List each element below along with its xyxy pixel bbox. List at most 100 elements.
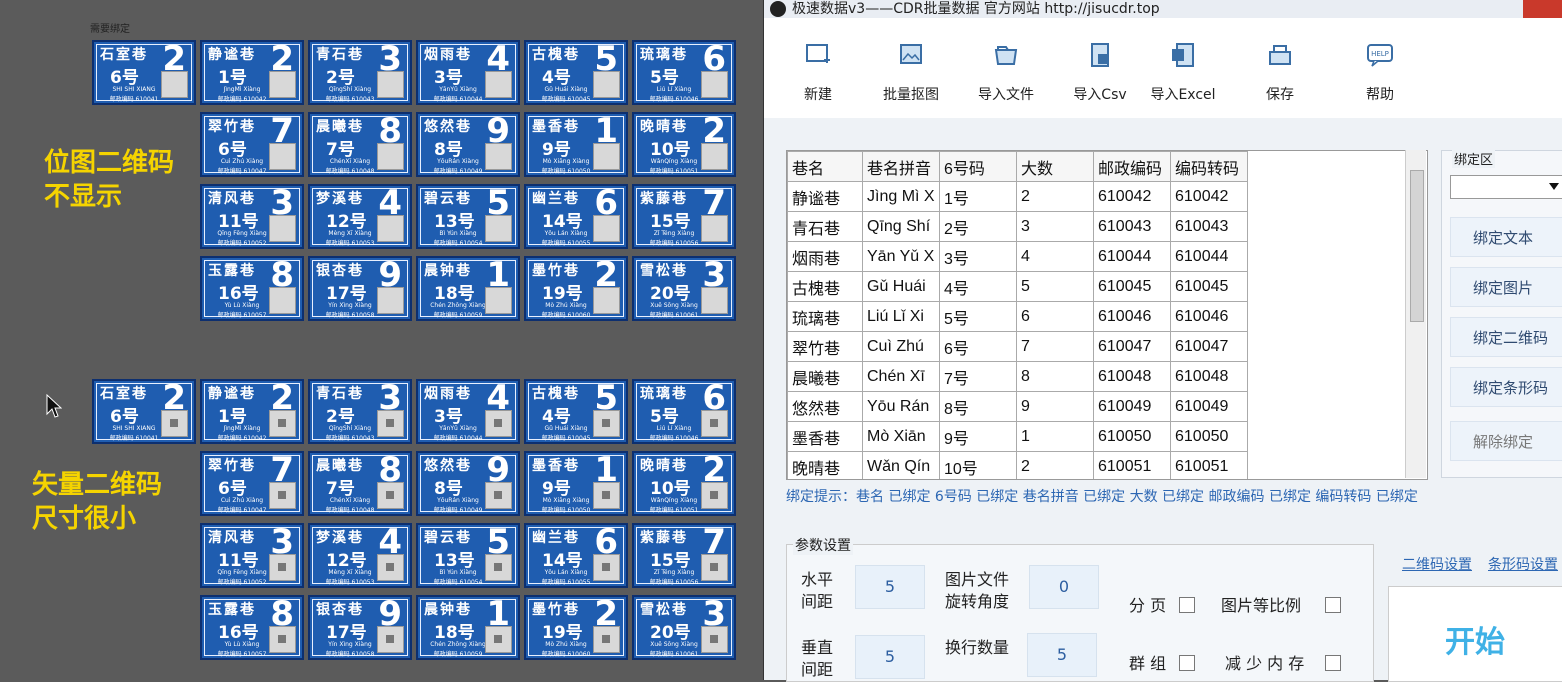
house-plate[interactable]: 幽兰巷 14号 6 Yōu Lán Xiàng 邮政编码 610055 [524, 183, 628, 249]
table-row[interactable]: 静谧巷 Jìng Mì X 1号 2 610042 610042 [787, 181, 1248, 212]
table-cell[interactable]: 4 [1016, 241, 1094, 272]
wrap-input[interactable]: 5 [1027, 633, 1097, 677]
table-row[interactable]: 晨曦巷 Chén Xī 7号 8 610048 610048 [787, 361, 1248, 392]
house-plate[interactable]: 晚晴巷 10号 2 WǎnQíng Xiàng 邮政编码 610051 [632, 111, 736, 177]
paging-checkbox[interactable] [1179, 597, 1195, 613]
table-cell[interactable]: 青石巷 [787, 211, 863, 242]
house-plate[interactable]: 碧云巷 13号 5 Bì Yún Xiàng 邮政编码 610054 [416, 183, 520, 249]
table-cell[interactable]: 610043 [1170, 211, 1248, 242]
house-plate[interactable]: 晨曦巷 7号 8 ChénXī Xiàng 邮政编码 610048 [308, 450, 412, 516]
house-plate[interactable]: 悠然巷 8号 9 YōuRán Xiàng 邮政编码 610049 [416, 111, 520, 177]
house-plate[interactable]: 琉璃巷 5号 6 Liú Lí Xiàng 邮政编码 610046 [632, 378, 736, 444]
table-cell[interactable]: 翠竹巷 [787, 331, 863, 362]
house-plate[interactable]: 晨钟巷 18号 1 Chén Zhōng Xiàng 邮政编码 610059 [416, 594, 520, 660]
table-scrollbar[interactable] [1405, 150, 1426, 478]
table-cell[interactable]: 610046 [1170, 301, 1248, 332]
house-plate[interactable]: 晚晴巷 10号 2 WǎnQíng Xiàng 邮政编码 610051 [632, 450, 736, 516]
house-plate[interactable]: 紫藤巷 15号 7 Zǐ Téng Xiàng 邮政编码 610056 [632, 522, 736, 588]
house-plate[interactable]: 石室巷 6号 2 SHI SHI XIANG 邮政编码 610041 [92, 378, 196, 444]
table-cell[interactable]: 5 [1016, 271, 1094, 302]
table-cell[interactable]: 6号 [939, 331, 1017, 362]
reduce-mem-checkbox[interactable] [1325, 655, 1341, 671]
table-cell[interactable]: 610047 [1093, 331, 1171, 362]
bind-area-select[interactable] [1450, 175, 1562, 199]
table-cell[interactable]: 610046 [1093, 301, 1171, 332]
table-row[interactable]: 烟雨巷 Yān Yǔ X 3号 4 610044 610044 [787, 241, 1248, 272]
table-cell[interactable]: 610044 [1170, 241, 1248, 272]
house-plate[interactable]: 幽兰巷 14号 6 Yōu Lán Xiàng 邮政编码 610055 [524, 522, 628, 588]
table-cell[interactable]: Gǔ Huái [862, 271, 940, 302]
toolbar-import-file-button[interactable]: 导入文件 [972, 42, 1040, 104]
table-cell[interactable]: 1号 [939, 181, 1017, 212]
house-plate[interactable]: 古槐巷 4号 5 Gǔ Huái Xiàng 邮政编码 610045 [524, 378, 628, 444]
table-column-header[interactable]: 巷名 [787, 151, 863, 182]
tab-barcode-settings[interactable]: 条形码设置 [1488, 554, 1558, 574]
table-cell[interactable]: 5号 [939, 301, 1017, 332]
table-column-header[interactable]: 编码转码 [1170, 151, 1248, 182]
table-cell[interactable]: 墨香巷 [787, 421, 863, 452]
house-plate[interactable]: 碧云巷 13号 5 Bì Yún Xiàng 邮政编码 610054 [416, 522, 520, 588]
table-cell[interactable]: 静谧巷 [787, 181, 863, 212]
table-cell[interactable]: Qīng Shí [862, 211, 940, 242]
table-cell[interactable]: 610048 [1093, 361, 1171, 392]
table-column-header[interactable]: 巷名拼音 [862, 151, 940, 182]
tab-qrcode-settings[interactable]: 二维码设置 [1402, 554, 1472, 574]
table-cell[interactable]: 9号 [939, 421, 1017, 452]
table-cell[interactable]: 古槐巷 [787, 271, 863, 302]
table-cell[interactable]: 晚晴巷 [787, 451, 863, 479]
table-cell[interactable]: 4号 [939, 271, 1017, 302]
table-cell[interactable]: Jìng Mì X [862, 181, 940, 212]
table-cell[interactable]: 晨曦巷 [787, 361, 863, 392]
house-plate[interactable]: 银杏巷 17号 9 Yín Xìng Xiàng 邮政编码 610058 [308, 255, 412, 321]
close-button[interactable] [1523, 0, 1562, 18]
house-plate[interactable]: 清风巷 11号 3 Qīng Fēng Xiàng 邮政编码 610052 [200, 183, 304, 249]
table-cell[interactable]: 2 [1016, 181, 1094, 212]
table-cell[interactable]: Wǎn Qín [862, 451, 940, 479]
house-plate[interactable]: 梦溪巷 12号 4 Mèng Xī Xiàng 邮政编码 610053 [308, 183, 412, 249]
toolbar-new-button[interactable]: 新建 [794, 42, 842, 104]
table-column-header[interactable]: 大数 [1016, 151, 1094, 182]
table-cell[interactable]: 610051 [1170, 451, 1248, 479]
table-cell[interactable]: 琉璃巷 [787, 301, 863, 332]
table-cell[interactable]: 610048 [1170, 361, 1248, 392]
table-cell[interactable]: Liú Lǐ Xi [862, 301, 940, 332]
table-cell[interactable]: 610047 [1170, 331, 1248, 362]
table-cell[interactable]: 8 [1016, 361, 1094, 392]
h-spacing-input[interactable]: 5 [855, 565, 925, 609]
table-cell[interactable]: 7 [1016, 331, 1094, 362]
table-row[interactable]: 青石巷 Qīng Shí 2号 3 610043 610043 [787, 211, 1248, 242]
table-row[interactable]: 古槐巷 Gǔ Huái 4号 5 610045 610045 [787, 271, 1248, 302]
house-plate[interactable]: 墨竹巷 19号 2 Mò Zhú Xiàng 邮政编码 610060 [524, 255, 628, 321]
house-plate[interactable]: 雪松巷 20号 3 Xuě Sōng Xiàng 邮政编码 610061 [632, 594, 736, 660]
table-cell[interactable]: Cuì Zhú [862, 331, 940, 362]
house-plate[interactable]: 墨香巷 9号 1 Mò Xiāng Xiàng 邮政编码 610050 [524, 111, 628, 177]
house-plate[interactable]: 晨曦巷 7号 8 ChénXī Xiàng 邮政编码 610048 [308, 111, 412, 177]
ratio-checkbox[interactable] [1325, 597, 1341, 613]
table-column-header[interactable]: 6号码 [939, 151, 1017, 182]
house-plate[interactable]: 梦溪巷 12号 4 Mèng Xī Xiàng 邮政编码 610053 [308, 522, 412, 588]
house-plate[interactable]: 玉露巷 16号 8 Yù Lù Xiàng 邮政编码 610057 [200, 255, 304, 321]
table-cell[interactable]: 2 [1016, 451, 1094, 479]
house-plate[interactable]: 墨香巷 9号 1 Mò Xiāng Xiàng 邮政编码 610050 [524, 450, 628, 516]
table-row[interactable]: 翠竹巷 Cuì Zhú 6号 7 610047 610047 [787, 331, 1248, 362]
unbind-button[interactable]: 解除绑定 [1450, 421, 1562, 461]
house-plate[interactable]: 石室巷 6号 2 SHI SHI XIANG 邮政编码 610041 [92, 39, 196, 105]
table-cell[interactable]: 7号 [939, 361, 1017, 392]
house-plate[interactable]: 玉露巷 16号 8 Yù Lù Xiàng 邮政编码 610057 [200, 594, 304, 660]
table-cell[interactable]: Mò Xiān [862, 421, 940, 452]
toolbar-batch-cutout-button[interactable]: 批量抠图 [876, 42, 946, 104]
house-plate[interactable]: 雪松巷 20号 3 Xuě Sōng Xiàng 邮政编码 610061 [632, 255, 736, 321]
table-cell[interactable]: 610043 [1093, 211, 1171, 242]
house-plate[interactable]: 古槐巷 4号 5 Gǔ Huái Xiàng 邮政编码 610045 [524, 39, 628, 105]
table-cell[interactable]: 610050 [1093, 421, 1171, 452]
table-cell[interactable]: 610051 [1093, 451, 1171, 479]
table-row[interactable]: 晚晴巷 Wǎn Qín 10号 2 610051 610051 [787, 451, 1248, 479]
table-cell[interactable]: Yān Yǔ X [862, 241, 940, 272]
rotate-input[interactable]: 0 [1029, 565, 1099, 609]
house-plate[interactable]: 青石巷 2号 3 QīngShí Xiàng 邮政编码 610043 [308, 378, 412, 444]
house-plate[interactable]: 晨钟巷 18号 1 Chén Zhōng Xiàng 邮政编码 610059 [416, 255, 520, 321]
house-plate[interactable]: 静谧巷 1号 2 JìngMì Xiàng 邮政编码 610042 [200, 378, 304, 444]
design-canvas[interactable]: 需要绑定 位图二维码 不显示 矢量二维码 尺寸很小 石室巷 6号 2 SHI SHI … [0, 0, 762, 680]
toolbar-save-button[interactable]: 保存 [1256, 42, 1304, 104]
table-cell[interactable]: 610050 [1170, 421, 1248, 452]
